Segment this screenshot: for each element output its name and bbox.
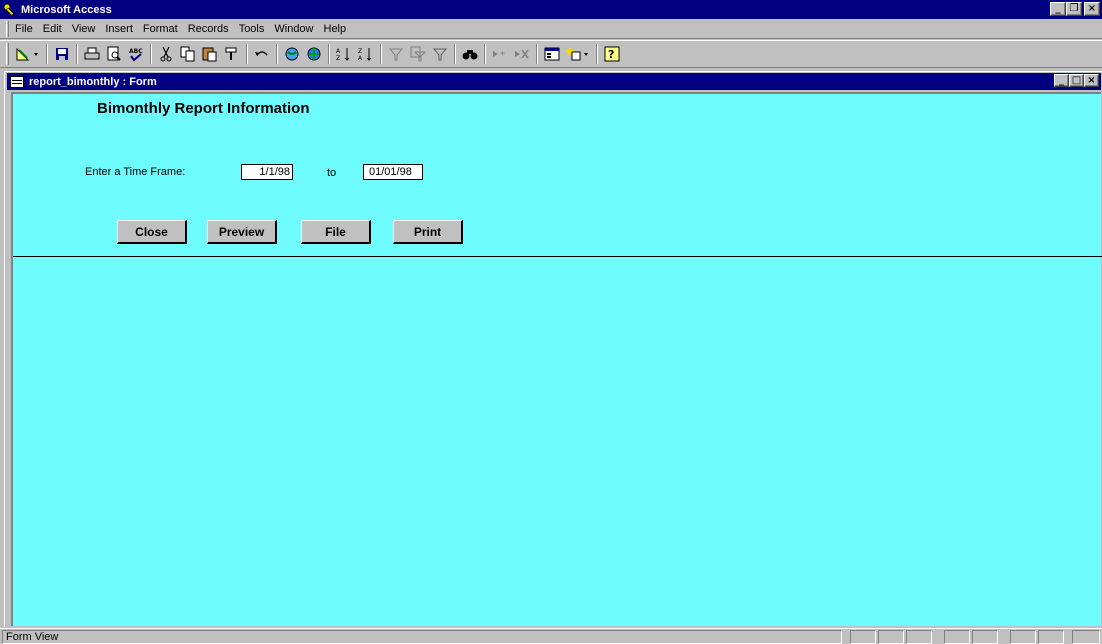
copy-icon[interactable] — [177, 43, 199, 65]
form-view-toolbar: ABC AZ ZA * ? — [0, 40, 1102, 68]
access-key-icon[interactable] — [2, 2, 18, 18]
close-form-button[interactable]: Close — [117, 220, 187, 244]
menubar-grip[interactable] — [6, 20, 9, 37]
to-label: to — [327, 167, 337, 179]
app-titlebar[interactable]: Microsoft Access _ ❐ × — [0, 0, 1102, 19]
form-window-controls: _ □ × — [1054, 74, 1099, 87]
menu-records[interactable]: Records — [183, 23, 234, 35]
menu-file[interactable]: File — [10, 23, 38, 35]
form-close-button[interactable]: × — [1084, 74, 1099, 87]
filter-by-form-icon[interactable] — [407, 43, 429, 65]
insert-hyperlink-icon[interactable] — [281, 43, 303, 65]
spelling-icon[interactable]: ABC — [125, 43, 147, 65]
form-icon[interactable] — [10, 75, 24, 88]
sort-ascending-icon[interactable]: AZ — [333, 43, 355, 65]
design-view-icon[interactable] — [13, 43, 43, 65]
paste-icon[interactable] — [199, 43, 221, 65]
toolbar-separator — [328, 44, 330, 64]
status-panel — [972, 630, 998, 644]
new-record-icon[interactable]: * — [489, 43, 511, 65]
cut-icon[interactable] — [155, 43, 177, 65]
svg-text:Z: Z — [336, 55, 340, 62]
menu-view[interactable]: View — [67, 23, 101, 35]
form-maximize-button[interactable]: □ — [1069, 74, 1084, 87]
date-from-field[interactable]: 1/1/98 — [241, 164, 293, 180]
minimize-button[interactable]: _ — [1050, 2, 1066, 16]
app-title: Microsoft Access — [21, 3, 112, 16]
svg-text:A: A — [336, 48, 341, 55]
help-icon[interactable]: ? — [601, 43, 623, 65]
app-window-controls: _ ❐ × — [1050, 2, 1100, 16]
section-divider — [13, 256, 1102, 257]
status-panel — [1072, 630, 1100, 644]
toolbar-separator — [596, 44, 598, 64]
status-text: Form View — [2, 630, 842, 644]
menu-insert[interactable]: Insert — [100, 23, 138, 35]
form-detail-area: Bimonthly Report Information Enter a Tim… — [11, 92, 1102, 626]
restore-button[interactable]: ❐ — [1066, 2, 1082, 16]
status-panel — [944, 630, 970, 644]
menu-edit[interactable]: Edit — [38, 23, 67, 35]
toolbar-separator — [380, 44, 382, 64]
svg-text:?: ? — [608, 48, 614, 61]
svg-text:ABC: ABC — [129, 48, 143, 55]
toolbar-separator — [246, 44, 248, 64]
toolbar-separator — [46, 44, 48, 64]
svg-text:*: * — [500, 50, 505, 61]
format-painter-icon[interactable] — [221, 43, 243, 65]
status-panel — [1010, 630, 1036, 644]
toolbar-separator — [536, 44, 538, 64]
toolbar-separator — [276, 44, 278, 64]
svg-text:A: A — [358, 55, 363, 62]
toolbar-separator — [76, 44, 78, 64]
preview-button[interactable]: Preview — [207, 220, 277, 244]
form-window-titlebar[interactable]: report_bimonthly : Form _ □ × — [7, 73, 1101, 90]
print-icon[interactable] — [81, 43, 103, 65]
status-bar: Form View — [0, 628, 1102, 644]
undo-icon[interactable] — [251, 43, 273, 65]
apply-filter-icon[interactable] — [429, 43, 451, 65]
close-button[interactable]: × — [1084, 2, 1100, 16]
toolbar-separator — [454, 44, 456, 64]
print-preview-icon[interactable] — [103, 43, 125, 65]
toolbar-separator — [484, 44, 486, 64]
status-panel — [878, 630, 904, 644]
form-heading: Bimonthly Report Information — [97, 100, 310, 117]
save-icon[interactable] — [51, 43, 73, 65]
database-window-icon[interactable] — [541, 43, 563, 65]
status-panel — [1038, 630, 1064, 644]
delete-record-icon[interactable] — [511, 43, 533, 65]
menu-bar: File Edit View Insert Format Records Too… — [0, 19, 1102, 39]
toolbar-grip[interactable] — [6, 43, 9, 65]
form-window: report_bimonthly : Form _ □ × Bimonthly … — [4, 71, 1102, 627]
find-icon[interactable] — [459, 43, 481, 65]
menu-format[interactable]: Format — [138, 23, 183, 35]
new-object-icon[interactable] — [563, 43, 593, 65]
file-button[interactable]: File — [301, 220, 371, 244]
status-panel — [906, 630, 932, 644]
print-button[interactable]: Print — [393, 220, 463, 244]
menu-help[interactable]: Help — [319, 23, 352, 35]
menu-tools[interactable]: Tools — [234, 23, 270, 35]
form-window-title: report_bimonthly : Form — [29, 75, 157, 88]
form-minimize-button[interactable]: _ — [1054, 74, 1069, 87]
svg-text:Z: Z — [358, 48, 362, 55]
web-toolbar-icon[interactable] — [303, 43, 325, 65]
toolbar-separator — [150, 44, 152, 64]
sort-descending-icon[interactable]: ZA — [355, 43, 377, 65]
timeframe-label: Enter a Time Frame: — [85, 166, 186, 178]
status-panel — [850, 630, 876, 644]
filter-by-selection-icon[interactable] — [385, 43, 407, 65]
menu-window[interactable]: Window — [269, 23, 318, 35]
date-to-field[interactable]: 01/01/98 — [363, 164, 423, 180]
